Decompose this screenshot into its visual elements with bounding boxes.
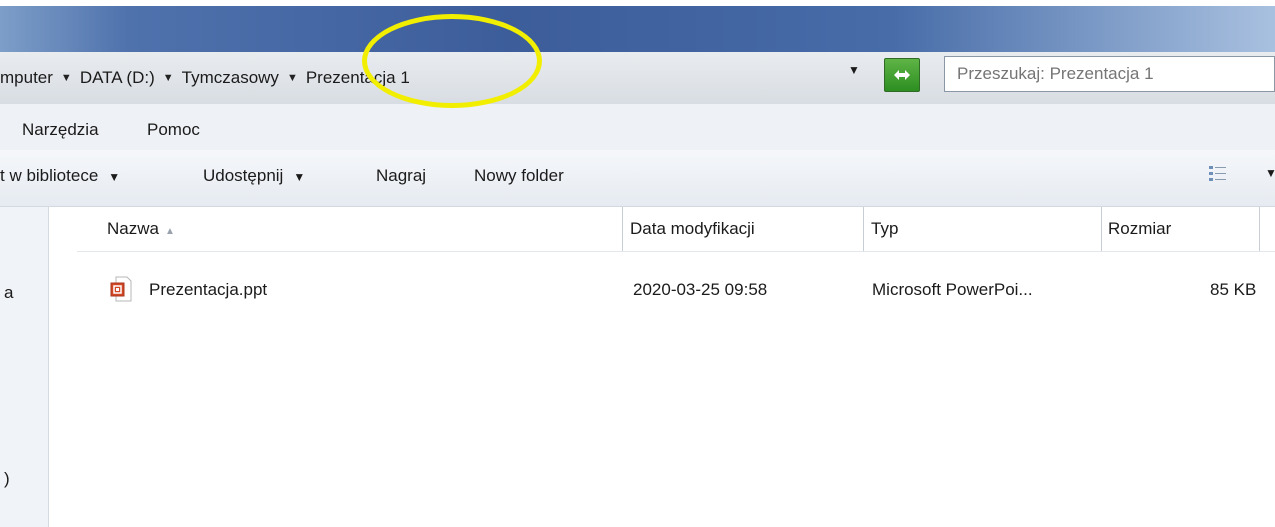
- chevron-down-icon: ▼: [293, 170, 306, 184]
- column-name-label: Nazwa: [107, 219, 159, 238]
- column-divider[interactable]: [622, 207, 623, 251]
- refresh-button[interactable]: [884, 58, 920, 92]
- share-button[interactable]: Udostępnij ▼: [203, 166, 305, 186]
- breadcrumb-tymczasowy[interactable]: Tymczasowy: [182, 68, 279, 88]
- column-header-name[interactable]: Nazwa ▲: [107, 207, 175, 251]
- chevron-down-icon[interactable]: ▼: [287, 72, 298, 84]
- column-header-date[interactable]: Data modyfikacji: [630, 207, 755, 251]
- file-date-modified: 2020-03-25 09:58: [633, 280, 768, 299]
- chevron-down-icon[interactable]: ▼: [1265, 166, 1275, 180]
- window-titlebar: [0, 0, 1275, 52]
- address-history-dropdown-icon[interactable]: ▼: [848, 63, 860, 77]
- nav-item-partial[interactable]: ): [4, 469, 10, 489]
- sort-ascending-icon: ▲: [164, 226, 175, 237]
- menu-help[interactable]: Pomoc: [147, 120, 200, 140]
- breadcrumb: mputer ▼ DATA (D:) ▼ Tymczasowy ▼ Prezen…: [0, 66, 410, 90]
- menu-bar: Narzędzia Pomoc: [0, 104, 1275, 150]
- chevron-down-icon[interactable]: ▼: [163, 72, 174, 84]
- change-view-icon[interactable]: [1208, 164, 1228, 184]
- column-divider[interactable]: [1259, 207, 1260, 251]
- breadcrumb-data-drive[interactable]: DATA (D:): [80, 68, 155, 88]
- powerpoint-file-icon: [110, 276, 132, 302]
- file-name[interactable]: Prezentacja.ppt: [149, 280, 267, 300]
- refresh-icon: [894, 70, 910, 80]
- search-box[interactable]: [944, 56, 1275, 92]
- include-in-library-button[interactable]: t w bibliotece ▼: [0, 166, 120, 186]
- menu-tools[interactable]: Narzędzia: [22, 120, 99, 140]
- column-header-size[interactable]: Rozmiar: [1108, 207, 1171, 251]
- file-type: Microsoft PowerPoi...: [872, 280, 1033, 299]
- new-folder-button[interactable]: Nowy folder: [474, 166, 564, 186]
- column-header-type[interactable]: Typ: [871, 207, 898, 251]
- navigation-pane: a ): [0, 207, 49, 527]
- search-input[interactable]: [945, 57, 1275, 91]
- titlebar-top-edge: [0, 0, 1275, 6]
- nav-item-partial[interactable]: a: [4, 283, 13, 303]
- column-divider[interactable]: [863, 207, 864, 251]
- annotation-highlight-circle: [362, 14, 542, 108]
- chevron-down-icon: ▼: [108, 170, 121, 184]
- file-row[interactable]: Prezentacja.ppt 2020-03-25 09:58 Microso…: [77, 268, 1275, 312]
- column-divider[interactable]: [1101, 207, 1102, 251]
- burn-button[interactable]: Nagraj: [376, 166, 426, 186]
- chevron-down-icon[interactable]: ▼: [61, 72, 72, 84]
- breadcrumb-computer[interactable]: mputer: [0, 68, 53, 88]
- share-label: Udostępnij: [203, 166, 284, 185]
- file-size: 85 KB: [1210, 280, 1257, 299]
- column-header-row: Nazwa ▲ Data modyfikacji Typ Rozmiar: [77, 207, 1275, 252]
- command-toolbar: t w bibliotece ▼ Udostępnij ▼ Nagraj Nowy …: [0, 150, 1275, 207]
- include-in-library-label: t w bibliotece: [0, 166, 99, 185]
